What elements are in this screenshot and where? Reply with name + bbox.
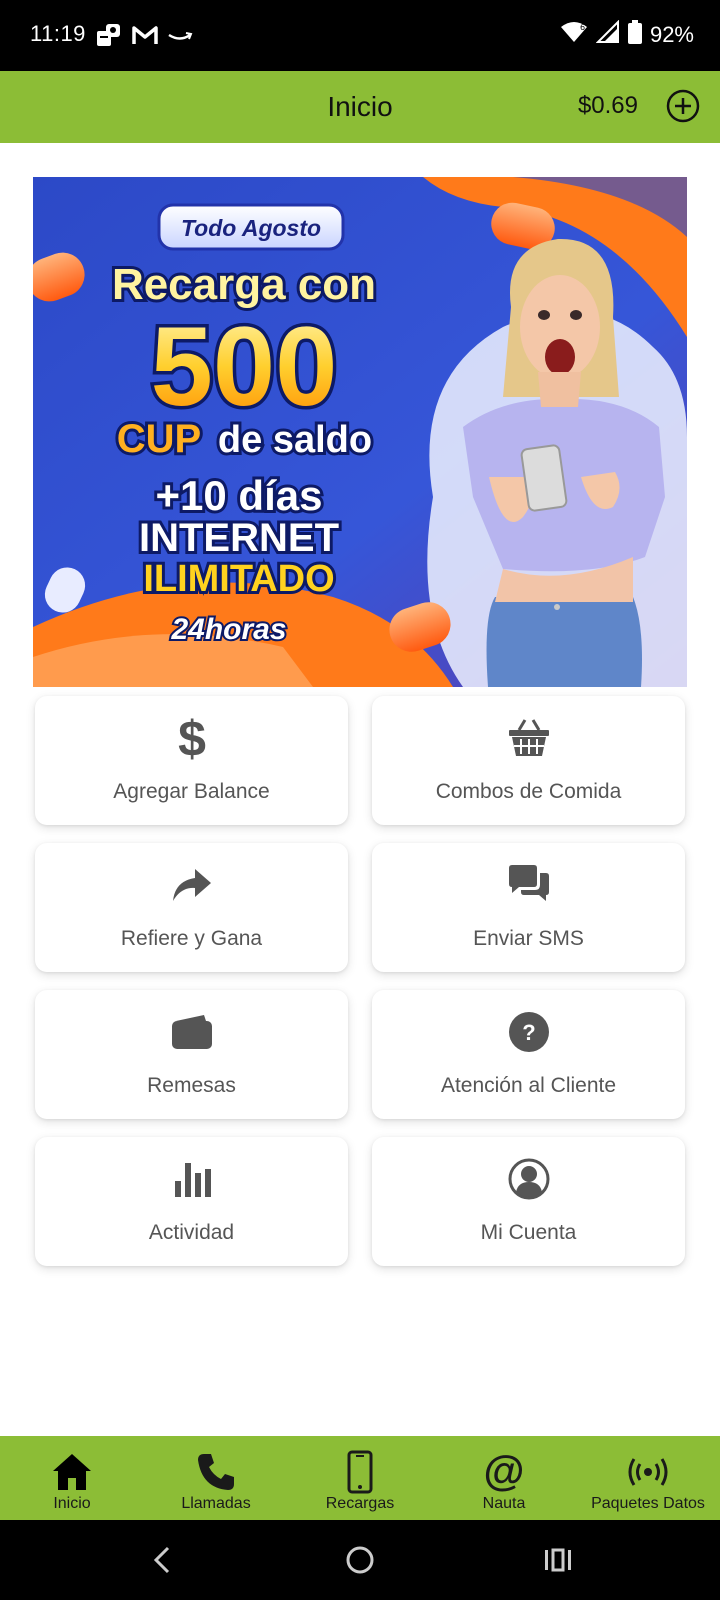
tile-refiere-y-gana[interactable]: Refiere y Gana	[35, 843, 348, 972]
banner-saldo: de saldo	[218, 419, 372, 461]
banner-days: +10 días	[156, 472, 323, 519]
banner-24horas: 24horas	[170, 613, 286, 646]
app-header: Inicio $0.69	[0, 71, 720, 143]
dollar-icon: $	[35, 715, 348, 761]
bottom-nav: Inicio Llamadas Recargas @ Nauta Paquete…	[0, 1436, 720, 1520]
amazon-icon	[167, 22, 193, 48]
wallet-icon	[35, 1010, 348, 1054]
mobile-icon	[288, 1450, 432, 1494]
svg-text:@: @	[484, 1451, 525, 1493]
nav-item-llamadas[interactable]: Llamadas	[144, 1436, 288, 1520]
cell-signal-icon	[595, 19, 620, 50]
battery-icon	[627, 20, 642, 50]
promo-banner[interactable]: Todo Agosto Recarga con 500 CUP de saldo…	[33, 177, 687, 687]
tile-label: Actividad	[148, 1221, 235, 1244]
system-nav-bar	[0, 1520, 720, 1600]
nav-label: Paquetes Datos	[591, 1495, 705, 1512]
battery-percent: 92%	[649, 22, 694, 47]
banner-badge: Todo Agosto	[181, 215, 321, 241]
add-balance-button[interactable]	[666, 89, 700, 123]
tile-enviar-sms[interactable]: Enviar SMS	[372, 843, 685, 972]
tile-label: Refiere y Gana	[120, 927, 263, 950]
banner-internet: INTERNET	[139, 516, 339, 560]
status-system-icons: 6 92%	[560, 19, 694, 50]
svg-text:?: ?	[522, 1020, 535, 1045]
svg-text:6: 6	[580, 23, 585, 32]
tile-label: Agregar Balance	[113, 780, 270, 803]
back-icon[interactable]	[140, 1538, 184, 1582]
tile-label: Atención al Cliente	[440, 1074, 617, 1097]
banner-currency: CUP	[117, 417, 201, 461]
at-icon: @	[432, 1450, 576, 1494]
bar-chart-icon	[35, 1157, 348, 1201]
phone-icon	[144, 1450, 288, 1494]
status-bar: 11:19 6 92%	[0, 0, 720, 71]
nav-label: Inicio	[53, 1495, 91, 1512]
wifi-icon: 6	[560, 20, 588, 50]
nav-item-nauta[interactable]: @ Nauta	[432, 1436, 576, 1520]
basket-icon	[372, 716, 685, 760]
nav-label: Nauta	[482, 1495, 526, 1512]
home-icon	[0, 1450, 144, 1494]
tile-label: Combos de Comida	[435, 780, 622, 803]
banner-line1: Recarga con	[112, 260, 376, 309]
tile-label: Mi Cuenta	[480, 1221, 577, 1244]
tile-atencion-al-cliente[interactable]: ? Atención al Cliente	[372, 990, 685, 1119]
nav-item-paquetes-datos[interactable]: Paquetes Datos	[576, 1436, 720, 1520]
balance-amount: $0.69	[577, 92, 638, 119]
plus-circle-icon	[666, 89, 700, 123]
tile-agregar-balance[interactable]: $ Agregar Balance	[35, 696, 348, 825]
recents-icon[interactable]	[536, 1538, 580, 1582]
banner-amount: 500	[151, 304, 338, 429]
nav-item-inicio[interactable]: Inicio	[0, 1436, 144, 1520]
nav-label: Llamadas	[181, 1495, 251, 1512]
tile-combos-de-comida[interactable]: Combos de Comida	[372, 696, 685, 825]
tile-label: Remesas	[147, 1074, 236, 1097]
broadcast-icon	[576, 1450, 720, 1494]
home-circle-icon[interactable]	[338, 1538, 382, 1582]
app-notification-icon	[96, 22, 122, 48]
svg-text:$: $	[178, 715, 206, 761]
nav-item-recargas[interactable]: Recargas	[288, 1436, 432, 1520]
user-icon	[372, 1157, 685, 1201]
tile-label: Enviar SMS	[473, 927, 584, 950]
help-icon: ?	[372, 1010, 685, 1054]
tile-actividad[interactable]: Actividad	[35, 1137, 348, 1266]
status-time: 11:19	[30, 21, 86, 46]
share-icon	[35, 863, 348, 907]
banner-ilimitado: ILIMITADO	[143, 558, 334, 600]
tile-remesas[interactable]: Remesas	[35, 990, 348, 1119]
gmail-icon	[132, 22, 158, 48]
tile-mi-cuenta[interactable]: Mi Cuenta	[372, 1137, 685, 1266]
chat-icon	[372, 863, 685, 907]
nav-label: Recargas	[325, 1495, 395, 1512]
